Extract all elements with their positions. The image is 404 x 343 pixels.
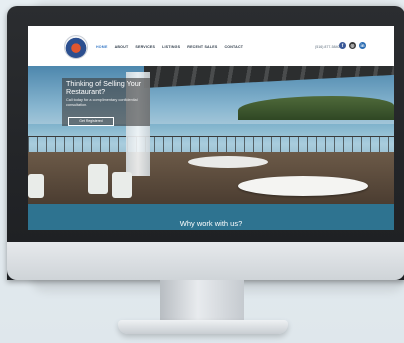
social-links: f ◎ in: [339, 42, 366, 49]
hero-hills: [238, 96, 394, 120]
linkedin-icon[interactable]: in: [359, 42, 366, 49]
monitor-stand-neck: [160, 280, 244, 324]
nav-about[interactable]: ABOUT: [115, 45, 129, 49]
hero-title: Thinking of Selling Your Restaurant?: [66, 79, 142, 96]
get-registered-button[interactable]: Get Registered: [68, 117, 114, 126]
monitor-stand-base: [118, 320, 288, 334]
nav-recent-sales[interactable]: RECENT SALES: [187, 45, 217, 49]
main-nav: HOME ABOUT SERVICES LISTINGS RECENT SALE…: [96, 45, 243, 49]
instagram-icon[interactable]: ◎: [349, 42, 356, 49]
phone-number[interactable]: (516) 877-5840: [315, 45, 340, 49]
hero-table: [238, 176, 368, 196]
hero-chair: [28, 174, 44, 198]
site-header: HOME ABOUT SERVICES LISTINGS RECENT SALE…: [28, 26, 394, 66]
hero-subtitle: Call today for a complimentary confident…: [66, 98, 138, 107]
hero-table: [188, 156, 268, 168]
company-logo[interactable]: [64, 35, 88, 59]
hero-chair: [88, 164, 108, 194]
monitor-chin: [7, 242, 404, 280]
hero-image: Thinking of Selling Your Restaurant? Cal…: [28, 66, 394, 204]
hero-chair: [112, 172, 132, 198]
nav-home[interactable]: HOME: [96, 45, 108, 49]
hero-awning: [144, 66, 394, 88]
why-heading: Why work with us?: [179, 219, 243, 228]
nav-contact[interactable]: CONTACT: [224, 45, 243, 49]
nav-listings[interactable]: LISTINGS: [162, 45, 180, 49]
nav-services[interactable]: SERVICES: [135, 45, 155, 49]
facebook-icon[interactable]: f: [339, 42, 346, 49]
monitor-screen: HOME ABOUT SERVICES LISTINGS RECENT SALE…: [28, 26, 394, 230]
